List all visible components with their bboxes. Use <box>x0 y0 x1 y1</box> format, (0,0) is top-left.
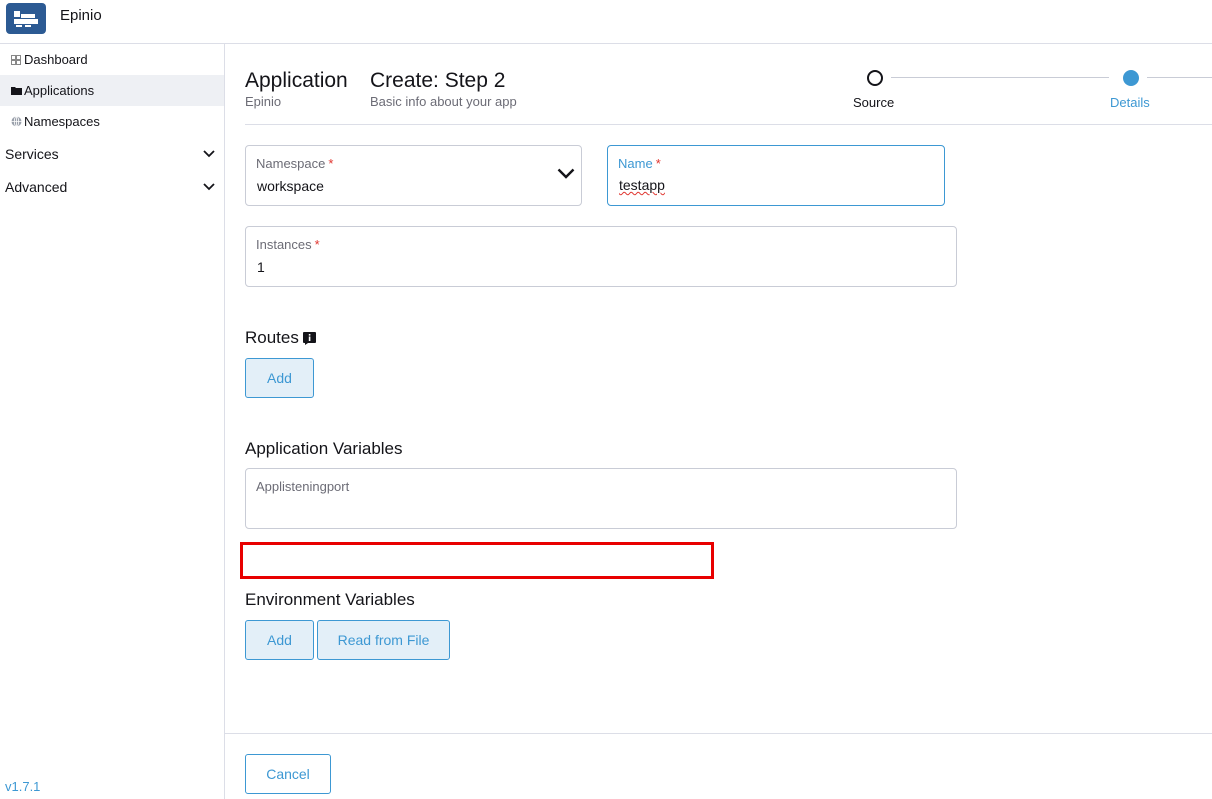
name-label: Name * <box>618 156 661 171</box>
folder-icon <box>10 85 22 97</box>
sidebar-item-label: Dashboard <box>24 52 88 67</box>
epinio-logo-icon[interactable] <box>6 3 46 34</box>
sidebar-group-services[interactable]: Services <box>0 139 224 169</box>
sidebar: Dashboard Applications Namespaces Servic… <box>0 44 225 799</box>
namespace-value: workspace <box>257 178 324 194</box>
sidebar-group-label: Services <box>5 146 59 162</box>
sidebar-group-advanced[interactable]: Advanced <box>0 172 224 202</box>
version-label[interactable]: v1.7.1 <box>5 779 40 794</box>
sidebar-group-label: Advanced <box>5 179 68 195</box>
stepper-connector <box>891 77 1109 78</box>
app-title: Epinio <box>60 7 102 24</box>
page-subtitle: Epinio <box>245 94 282 109</box>
chevron-down-icon <box>203 150 215 158</box>
step-source-label[interactable]: Source <box>853 95 894 110</box>
step-title: Create: Step 2 <box>370 69 506 92</box>
sidebar-item-label: Namespaces <box>24 114 100 129</box>
instances-value: 1 <box>257 259 265 275</box>
sidebar-item-dashboard[interactable]: Dashboard <box>0 44 224 75</box>
footer-divider <box>225 733 1212 734</box>
routes-heading: Routes <box>245 328 316 348</box>
routes-add-button[interactable]: Add <box>245 358 314 398</box>
chevron-down-icon <box>203 183 215 191</box>
applisteningport-label: Applisteningport <box>256 479 350 494</box>
stepper-connector <box>1147 77 1212 78</box>
main-content: Application Epinio Create: Step 2 Basic … <box>225 44 1212 799</box>
step-source-icon[interactable] <box>867 70 883 86</box>
grid-icon <box>10 54 22 66</box>
name-field[interactable]: Name * testapp <box>607 145 945 206</box>
name-value: testapp <box>619 177 665 193</box>
namespace-select[interactable]: Namespace * workspace <box>245 145 582 206</box>
globe-icon <box>10 116 22 128</box>
highlight-box <box>240 542 714 579</box>
step-details-icon[interactable] <box>1123 70 1139 86</box>
namespace-label: Namespace * <box>256 156 334 171</box>
top-bar: Epinio <box>0 0 1212 44</box>
instances-field[interactable]: Instances * 1 <box>245 226 957 287</box>
chevron-down-icon <box>557 168 575 179</box>
page-title: Application <box>245 69 348 92</box>
env-vars-heading: Environment Variables <box>245 590 415 609</box>
sidebar-item-namespaces[interactable]: Namespaces <box>0 106 224 137</box>
read-from-file-button[interactable]: Read from File <box>317 620 450 660</box>
sidebar-item-applications[interactable]: Applications <box>0 75 224 106</box>
step-subtitle: Basic info about your app <box>370 94 517 109</box>
header-divider <box>245 124 1212 125</box>
info-icon[interactable] <box>302 331 316 345</box>
sidebar-item-label: Applications <box>24 83 95 98</box>
instances-label: Instances * <box>256 237 320 252</box>
app-vars-heading: Application Variables <box>245 439 403 458</box>
cancel-button[interactable]: Cancel <box>245 754 331 794</box>
env-add-button[interactable]: Add <box>245 620 314 660</box>
step-details-label[interactable]: Details <box>1110 95 1150 110</box>
applisteningport-field[interactable]: Applisteningport <box>245 468 957 529</box>
